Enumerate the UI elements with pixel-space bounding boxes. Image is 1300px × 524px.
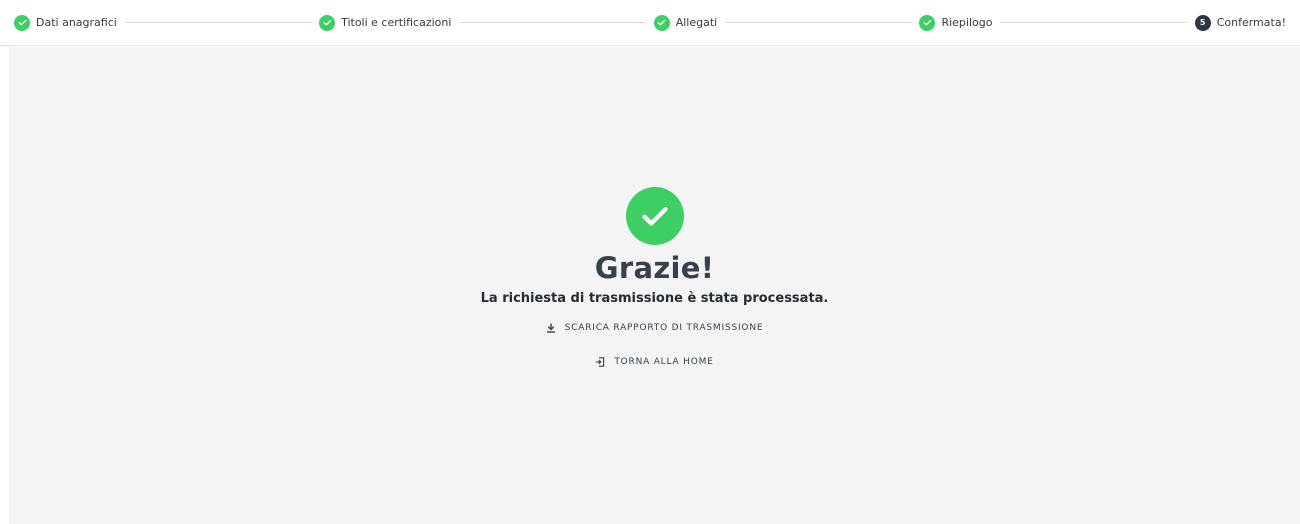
download-report-button[interactable]: SCARICA RAPPORTO DI TRASMISSIONE	[546, 323, 764, 333]
step-allegati[interactable]: Allegati	[653, 14, 718, 31]
confirmation-panel: Grazie! La richiesta di trasmissione è s…	[9, 47, 1300, 524]
step-connector	[725, 22, 912, 23]
step-riepilogo[interactable]: Riepilogo	[919, 14, 993, 31]
step-number-badge: 5	[1194, 14, 1211, 31]
back-home-button[interactable]: TORNA ALLA HOME	[595, 357, 713, 367]
check-circle-icon	[319, 14, 336, 31]
check-circle-icon	[919, 14, 936, 31]
confirmation-message: La richiesta di trasmissione è stata pro…	[480, 291, 829, 306]
step-label: Dati anagrafici	[36, 16, 117, 29]
back-home-label: TORNA ALLA HOME	[614, 357, 714, 367]
download-report-label: SCARICA RAPPORTO DI TRASMISSIONE	[564, 323, 764, 333]
confirmation-content: Grazie! La richiesta di trasmissione è s…	[9, 187, 1300, 367]
step-label: Confermata!	[1216, 16, 1286, 29]
step-label: Riepilogo	[941, 16, 993, 29]
step-connector	[124, 22, 312, 23]
step-label: Allegati	[675, 16, 718, 29]
login-icon	[596, 357, 605, 367]
step-label: Titoli e certificazioni	[341, 16, 452, 29]
success-check-icon	[625, 187, 684, 245]
check-circle-icon	[653, 14, 670, 31]
step-confermata[interactable]: 5 Confermata!	[1194, 14, 1286, 31]
step-dati-anagrafici[interactable]: Dati anagrafici	[14, 14, 117, 31]
step-titoli-certificazioni[interactable]: Titoli e certificazioni	[319, 14, 452, 31]
step-connector	[459, 22, 646, 23]
step-connector	[1000, 22, 1187, 23]
check-circle-icon	[14, 14, 30, 31]
download-icon	[546, 323, 555, 333]
confirmation-title: Grazie!	[594, 251, 715, 285]
progress-stepper: Dati anagrafici Titoli e certificazioni …	[0, 0, 1300, 46]
